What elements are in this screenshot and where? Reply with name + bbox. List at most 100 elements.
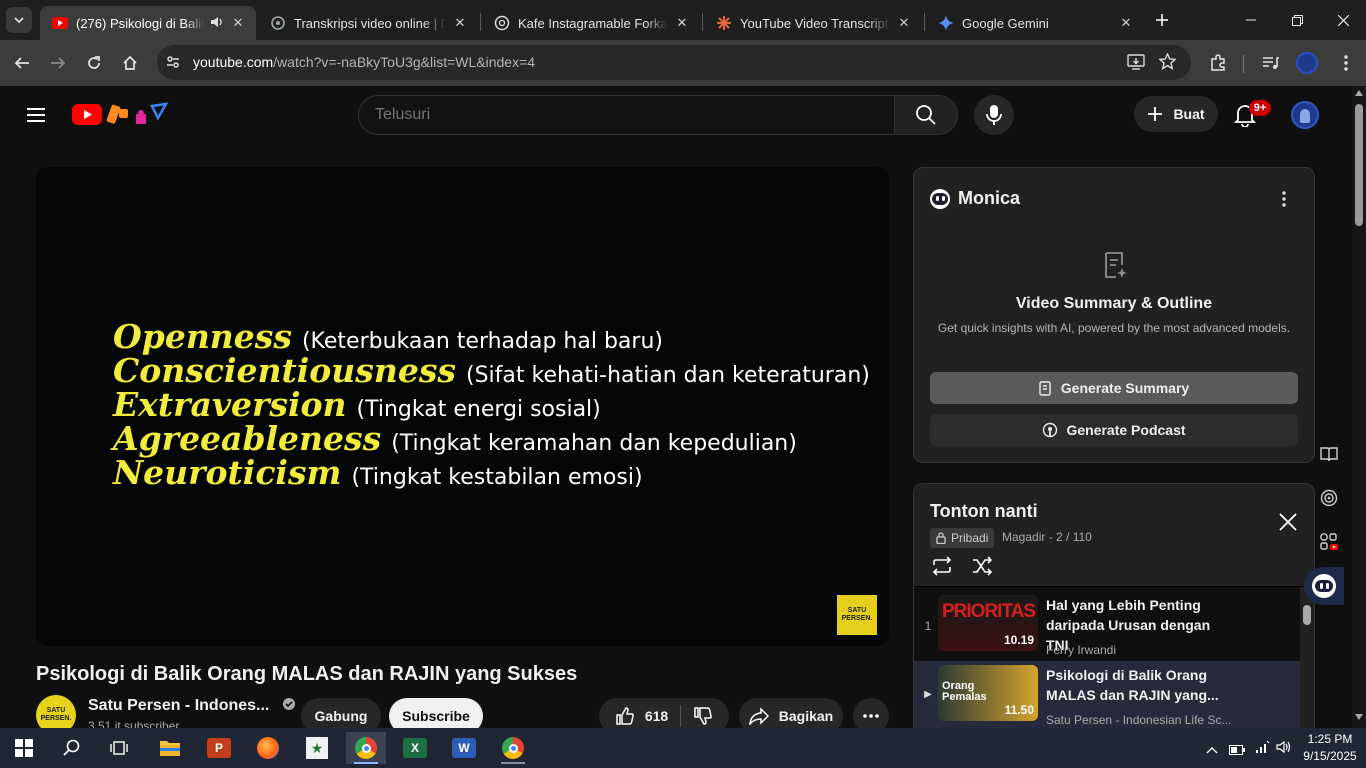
monica-floating-button[interactable]: [1304, 567, 1344, 605]
close-tab-icon[interactable]: ✕: [896, 15, 912, 31]
privacy-badge: Pribadi: [930, 528, 995, 548]
like-count: 618: [644, 708, 669, 724]
playlist-item-current[interactable]: ▶ Orang Pemalas 11.50 Psikologi di Balik…: [914, 661, 1300, 732]
browser-menu-button[interactable]: [1331, 48, 1361, 78]
reload-button[interactable]: [79, 48, 109, 78]
monica-menu-icon[interactable]: [1282, 191, 1286, 212]
bookmark-star-icon[interactable]: [1158, 52, 1177, 75]
doodle-logo-icon[interactable]: [106, 100, 170, 135]
generate-podcast-button[interactable]: Generate Podcast: [930, 414, 1298, 446]
scroll-up-arrow-icon[interactable]: [1355, 90, 1363, 96]
loop-button[interactable]: [930, 556, 954, 581]
scroll-down-arrow-icon[interactable]: [1355, 714, 1363, 720]
plus-icon: [1148, 107, 1163, 121]
tab-search-button[interactable]: [6, 7, 32, 33]
page-scrollbar[interactable]: [1352, 86, 1366, 728]
monica-header: Monica: [930, 188, 1020, 209]
account-avatar[interactable]: [1291, 101, 1319, 129]
extensions-button[interactable]: [1203, 48, 1233, 78]
new-tab-button[interactable]: [1150, 8, 1174, 32]
youtube-logo[interactable]: [72, 104, 102, 130]
repeat-icon: [932, 556, 952, 576]
video-title: Psikologi di Balik Orang MALAS dan RAJIN…: [36, 663, 578, 685]
shuffle-icon: [973, 556, 993, 576]
browser-tab-kafe[interactable]: Kafe Instagramable Forkastgram ✕: [482, 6, 700, 40]
browser-tab-transcription[interactable]: YouTube Video Transcription ✕: [704, 6, 922, 40]
youtube-logo-icon: [72, 104, 102, 125]
create-button[interactable]: Buat: [1134, 96, 1218, 132]
back-button[interactable]: [7, 48, 37, 78]
monica-logo-icon: [930, 188, 950, 209]
trait-description: (Tingkat kestabilan emosi): [351, 465, 643, 490]
close-tab-icon[interactable]: ✕: [230, 15, 246, 31]
guide-menu-button[interactable]: [24, 103, 48, 127]
playlist-item[interactable]: 1 PRIORITAS 10.19 Hal yang Lebih Penting…: [914, 591, 1300, 663]
podcast-side-icon[interactable]: [1316, 485, 1342, 511]
home-button[interactable]: [115, 48, 145, 78]
forward-button[interactable]: [43, 48, 73, 78]
playlist-scroll-thumb[interactable]: [1303, 605, 1311, 625]
chrome-taskbar-active[interactable]: [346, 732, 386, 764]
media-control-button[interactable]: [1256, 48, 1286, 78]
taskbar-search-button[interactable]: [52, 732, 92, 764]
taskbar-clock[interactable]: 1:25 PM 9/15/2025: [1298, 731, 1362, 765]
pinned-app-star-icon[interactable]: ★: [297, 732, 337, 764]
profile-avatar[interactable]: [1292, 48, 1322, 78]
search-box[interactable]: [358, 95, 895, 135]
trait-line: Neuroticism (Tingkat kestabilan emosi): [113, 453, 643, 492]
youtube-favicon-icon: [52, 15, 68, 31]
volume-icon[interactable]: [1276, 739, 1292, 760]
minimize-button[interactable]: [1228, 0, 1274, 40]
voice-search-button[interactable]: [974, 95, 1014, 135]
shuffle-button[interactable]: [971, 556, 993, 581]
restore-button[interactable]: [1274, 0, 1320, 40]
excel-icon[interactable]: X: [395, 732, 435, 764]
file-explorer-icon[interactable]: [150, 732, 190, 764]
channel-watermark[interactable]: SATU PERSEN.: [837, 595, 877, 635]
close-tab-icon[interactable]: ✕: [452, 15, 468, 31]
show-hidden-icons-icon[interactable]: [1206, 741, 1218, 759]
site-info-icon[interactable]: [165, 54, 181, 75]
browser-tab-descript[interactable]: Transkripsi video online | Descript ✕: [258, 6, 478, 40]
close-tab-icon[interactable]: ✕: [674, 15, 690, 31]
dislike-button[interactable]: [681, 706, 713, 726]
close-tab-icon[interactable]: ✕: [1118, 15, 1134, 31]
reader-mode-icon[interactable]: [1316, 441, 1342, 467]
search-button[interactable]: [894, 95, 958, 135]
close-playlist-button[interactable]: [1278, 512, 1298, 537]
battery-icon[interactable]: [1229, 742, 1245, 760]
search-input[interactable]: [375, 106, 875, 124]
generate-summary-button[interactable]: Generate Summary: [930, 372, 1298, 404]
playlist-title[interactable]: Tonton nanti: [930, 501, 1038, 522]
start-button[interactable]: [4, 732, 44, 764]
playlist-meta: Magadir - 2 / 110: [1002, 530, 1092, 544]
browser-tab-gemini[interactable]: Google Gemini ✕: [926, 6, 1144, 40]
thumbs-down-icon: [694, 707, 713, 725]
youtube-header: Buat 9+: [0, 86, 1352, 144]
browser-tab-youtube[interactable]: (276) Psikologi di Balik Orang MALAS dan…: [40, 6, 256, 40]
create-label: Buat: [1173, 106, 1205, 122]
install-app-icon[interactable]: [1127, 54, 1145, 75]
channel-name[interactable]: Satu Persen - Indones...: [88, 697, 296, 715]
task-view-button[interactable]: [99, 732, 139, 764]
playlist-scrollbar[interactable]: [1302, 587, 1312, 732]
trait-name: Neuroticism: [113, 453, 342, 492]
podcast-icon: [1043, 422, 1058, 438]
close-window-button[interactable]: [1320, 0, 1366, 40]
powerpoint-icon[interactable]: P: [199, 732, 239, 764]
address-bar[interactable]: youtube.com/watch?v=-naBkyToU3g&list=WL&…: [157, 45, 1191, 80]
playlist-item-title: Psikologi di Balik Orang MALAS dan RAJIN…: [1046, 667, 1219, 703]
clock-time: 1:25 PM: [1307, 732, 1353, 746]
tab-title: (276) Psikologi di Balik Orang MALAS dan…: [76, 15, 204, 31]
network-icon[interactable]: [1254, 739, 1270, 760]
word-icon[interactable]: W: [444, 732, 484, 764]
video-player[interactable]: Openness (Keterbukaan terhadap hal baru) …: [36, 167, 889, 646]
microphone-icon: [986, 105, 1002, 125]
chrome-profile-icon[interactable]: [493, 732, 533, 764]
apps-grid-icon[interactable]: [1316, 529, 1342, 555]
speaker-icon[interactable]: [210, 15, 224, 32]
firefox-icon[interactable]: [248, 732, 288, 764]
page-scroll-thumb[interactable]: [1355, 104, 1363, 226]
tab-title: Google Gemini: [962, 15, 1049, 31]
like-button[interactable]: 618: [615, 706, 680, 726]
